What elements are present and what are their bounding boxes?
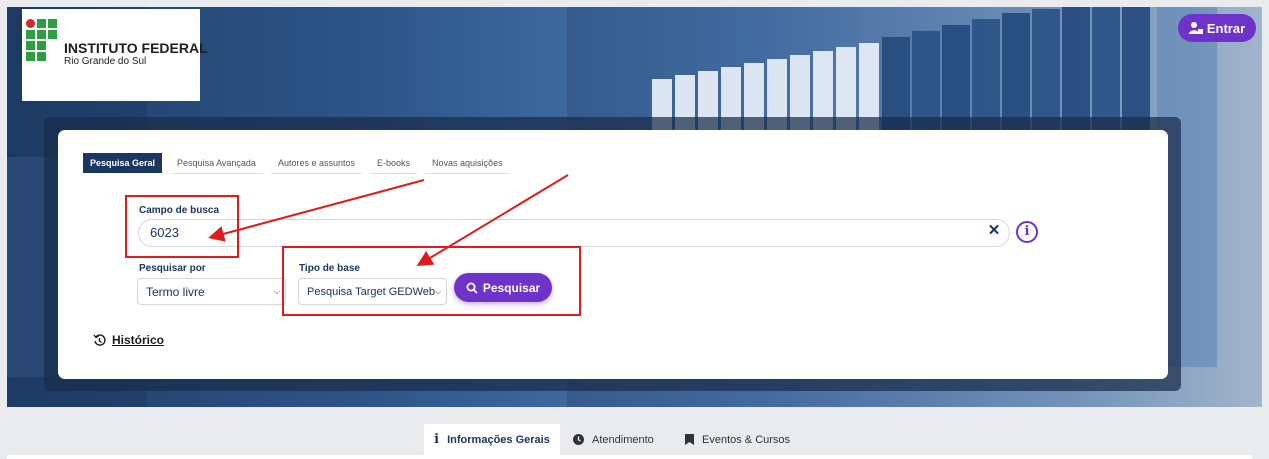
search-by-select[interactable]: Termo livre ⌵ xyxy=(137,278,286,305)
logo-subtitle: Rio Grande do Sul xyxy=(64,56,147,67)
logo-name: INSTITUTO FEDERAL xyxy=(64,40,208,56)
tab-autores-assuntos[interactable]: Autores e assuntos xyxy=(270,153,362,174)
logo-mark-icon xyxy=(26,19,60,61)
tab-atendimento[interactable]: Atendimento xyxy=(573,424,654,455)
history-link[interactable]: Histórico xyxy=(93,333,164,347)
tab-pesquisa-geral[interactable]: Pesquisa Geral xyxy=(83,153,163,173)
tab-atendimento-label: Atendimento xyxy=(592,433,654,446)
tab-pesquisa-avancada[interactable]: Pesquisa Avançada xyxy=(170,153,263,174)
annotation-box-search-field xyxy=(125,195,239,258)
search-by-value: Termo livre xyxy=(146,284,205,299)
history-icon xyxy=(93,333,106,346)
tab-informacoes-gerais[interactable]: i Informações Gerais xyxy=(424,424,560,455)
tab-novas-aquisicoes[interactable]: Novas aquisições xyxy=(425,153,510,174)
info-icon[interactable]: i xyxy=(1016,221,1038,243)
tab-eventos-cursos[interactable]: Eventos & Cursos xyxy=(685,424,790,455)
tab-ebooks[interactable]: E-books xyxy=(370,153,418,174)
ifrs-logo[interactable]: INSTITUTO FEDERAL Rio Grande do Sul xyxy=(22,9,208,101)
history-label: Histórico xyxy=(112,333,165,347)
login-label: Entrar xyxy=(1206,20,1246,36)
search-by-label: Pesquisar por xyxy=(139,263,206,274)
login-button[interactable]: Entrar xyxy=(1178,14,1256,42)
chevron-down-icon: ⌵ xyxy=(273,287,280,296)
search-input[interactable] xyxy=(138,219,1010,247)
info-icon: i xyxy=(434,432,440,447)
clock-icon xyxy=(573,434,584,445)
search-tabs: Pesquisa Geral Pesquisa Avançada Autores… xyxy=(83,153,510,174)
user-lock-icon xyxy=(1188,22,1203,34)
tab-informacoes-gerais-label: Informações Gerais xyxy=(447,433,550,446)
tab-eventos-cursos-label: Eventos & Cursos xyxy=(702,433,791,446)
bookmark-icon xyxy=(685,434,694,445)
clear-search-icon[interactable]: ✕ xyxy=(987,223,1001,238)
annotation-box-base-type xyxy=(282,246,581,316)
bottom-panel xyxy=(7,455,1252,459)
